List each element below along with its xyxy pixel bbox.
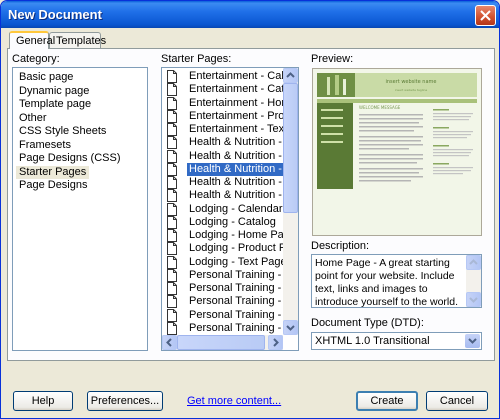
scroll-down-button[interactable] xyxy=(283,320,298,335)
doctype-select[interactable]: XHTML 1.0 Transitional xyxy=(311,332,482,350)
starter-page-label: Lodging - Text Page xyxy=(189,255,287,268)
chevron-left-icon xyxy=(166,338,172,347)
starter-pages-list[interactable]: Entertainment - Calend Entertainment - Ca… xyxy=(161,67,299,351)
document-icon xyxy=(167,242,177,256)
category-item[interactable]: Starter Pages xyxy=(16,165,90,179)
chevron-up-icon xyxy=(469,259,478,265)
preview-label: Preview: xyxy=(311,53,354,65)
preview-pane: insert website name insert website tagli… xyxy=(312,68,482,236)
category-item[interactable]: Framesets xyxy=(16,139,74,152)
document-icon xyxy=(167,149,177,163)
starter-page-item[interactable]: Personal Training - Tex xyxy=(164,321,298,335)
preview-thumbnail: insert website name insert website tagli… xyxy=(313,69,481,235)
chevron-right-icon xyxy=(273,338,279,347)
doctype-dropdown-button[interactable] xyxy=(465,334,480,348)
starter-pages-horizontal-scrollbar[interactable] xyxy=(162,335,283,350)
starter-page-label: Lodging - Calendar xyxy=(189,202,283,215)
starter-page-item[interactable]: Entertainment - Produc xyxy=(164,109,298,123)
document-icon xyxy=(167,123,177,136)
document-icon xyxy=(167,176,177,189)
description-scroll-up-button[interactable] xyxy=(466,255,481,270)
doctype-label: Document Type (DTD): xyxy=(311,317,424,329)
category-item[interactable]: Basic page xyxy=(16,71,76,84)
category-label: Category: xyxy=(12,53,60,65)
new-document-dialog: New Document General Templates Category:… xyxy=(0,0,500,419)
document-icon xyxy=(167,255,177,269)
document-icon xyxy=(167,268,177,282)
document-icon xyxy=(167,83,177,97)
starter-page-item[interactable]: Entertainment - Catalo xyxy=(164,83,298,97)
create-button[interactable]: Create xyxy=(356,391,418,411)
category-list[interactable]: Basic page Dynamic page Template page Other… xyxy=(12,67,148,351)
window-title: New Document xyxy=(8,7,102,22)
description-label: Description: xyxy=(311,240,370,252)
starter-page-item[interactable]: Personal Training - Prod xyxy=(164,308,298,322)
starter-page-item[interactable]: Lodging - Catalog xyxy=(164,215,284,229)
starter-page-item[interactable]: Health & Nutrition - Tex xyxy=(164,189,298,203)
starter-page-item[interactable]: Lodging - Text Page xyxy=(164,255,287,269)
document-icon xyxy=(167,162,177,176)
description-scroll-down-button[interactable] xyxy=(466,292,481,307)
description-text: Home Page - A great starting point for y… xyxy=(315,257,458,308)
starter-page-item[interactable]: Health & Nutrition - Cal xyxy=(164,136,298,150)
tab-templates[interactable]: Templates xyxy=(49,32,106,49)
scroll-left-button[interactable] xyxy=(162,335,177,350)
starter-page-item[interactable]: Lodging - Home Page xyxy=(164,229,296,242)
get-more-content-link[interactable]: Get more content... xyxy=(187,395,281,407)
document-icon xyxy=(167,229,177,242)
document-icon xyxy=(167,96,177,110)
description-box: Home Page - A great starting point for y… xyxy=(311,254,482,308)
title-bar: New Document xyxy=(1,1,499,28)
document-icon xyxy=(167,202,177,216)
starter-page-item[interactable]: Entertainment - Calend xyxy=(164,70,298,83)
starter-page-item[interactable]: Personal Training - Cale xyxy=(164,268,298,282)
chevron-down-icon xyxy=(468,338,477,344)
preview-site-title: insert website name xyxy=(386,79,437,85)
description-scrollbar[interactable] xyxy=(466,255,481,307)
starter-page-item[interactable]: Personal Training - Hom xyxy=(164,295,298,309)
help-button[interactable]: Help xyxy=(13,391,73,411)
preview-section-heading: WELCOME MESSAGE xyxy=(359,105,401,110)
category-item[interactable]: Page Designs xyxy=(16,179,91,192)
category-item[interactable]: CSS Style Sheets xyxy=(16,125,109,138)
document-icon xyxy=(167,189,177,203)
starter-page-item[interactable]: Personal Training - Cata xyxy=(164,282,298,295)
starter-page-item[interactable]: Health & Nutrition - Pro xyxy=(164,176,298,189)
chevron-up-icon xyxy=(286,72,295,78)
starter-page-item[interactable]: Lodging - Product Page xyxy=(164,242,298,256)
scroll-up-button[interactable] xyxy=(283,68,298,83)
starter-page-item[interactable]: Entertainment - Text P xyxy=(164,123,298,136)
starter-page-item[interactable]: Entertainment - Home F xyxy=(164,96,298,110)
starter-page-item[interactable]: Health & Nutrition - Cat xyxy=(164,149,298,163)
starter-page-label: Lodging - Home Page xyxy=(189,229,297,241)
scroll-thumb[interactable] xyxy=(283,83,298,213)
category-item[interactable]: Page Designs (CSS) xyxy=(16,152,124,165)
cancel-button[interactable]: Cancel xyxy=(426,391,488,411)
category-item[interactable]: Other xyxy=(16,112,50,125)
starter-pages-label: Starter Pages: xyxy=(161,53,232,65)
document-icon xyxy=(167,295,177,309)
document-icon xyxy=(167,215,177,229)
chevron-down-icon xyxy=(469,297,478,303)
document-icon xyxy=(167,321,177,335)
preview-site-tagline: insert website tagline xyxy=(395,88,428,92)
starter-page-item[interactable]: Lodging - Calendar xyxy=(164,202,284,216)
document-icon xyxy=(167,136,177,150)
close-button[interactable] xyxy=(475,5,496,26)
scroll-right-button[interactable] xyxy=(268,335,283,350)
preferences-button[interactable]: Preferences... xyxy=(87,391,163,411)
category-item[interactable]: Template page xyxy=(16,98,94,111)
starter-page-item[interactable]: Health & Nutrition - Ho xyxy=(164,162,298,176)
tab-general[interactable]: General xyxy=(9,31,55,49)
document-icon xyxy=(167,70,177,83)
hscroll-thumb[interactable] xyxy=(177,335,265,350)
starter-page-label: Lodging - Catalog xyxy=(189,215,276,228)
document-icon xyxy=(167,282,177,295)
document-icon xyxy=(167,109,177,123)
document-icon xyxy=(167,308,177,322)
chevron-down-icon xyxy=(286,325,295,331)
starter-pages-vertical-scrollbar[interactable] xyxy=(283,68,298,335)
doctype-value: XHTML 1.0 Transitional xyxy=(315,335,430,347)
category-item[interactable]: Dynamic page xyxy=(16,85,92,98)
